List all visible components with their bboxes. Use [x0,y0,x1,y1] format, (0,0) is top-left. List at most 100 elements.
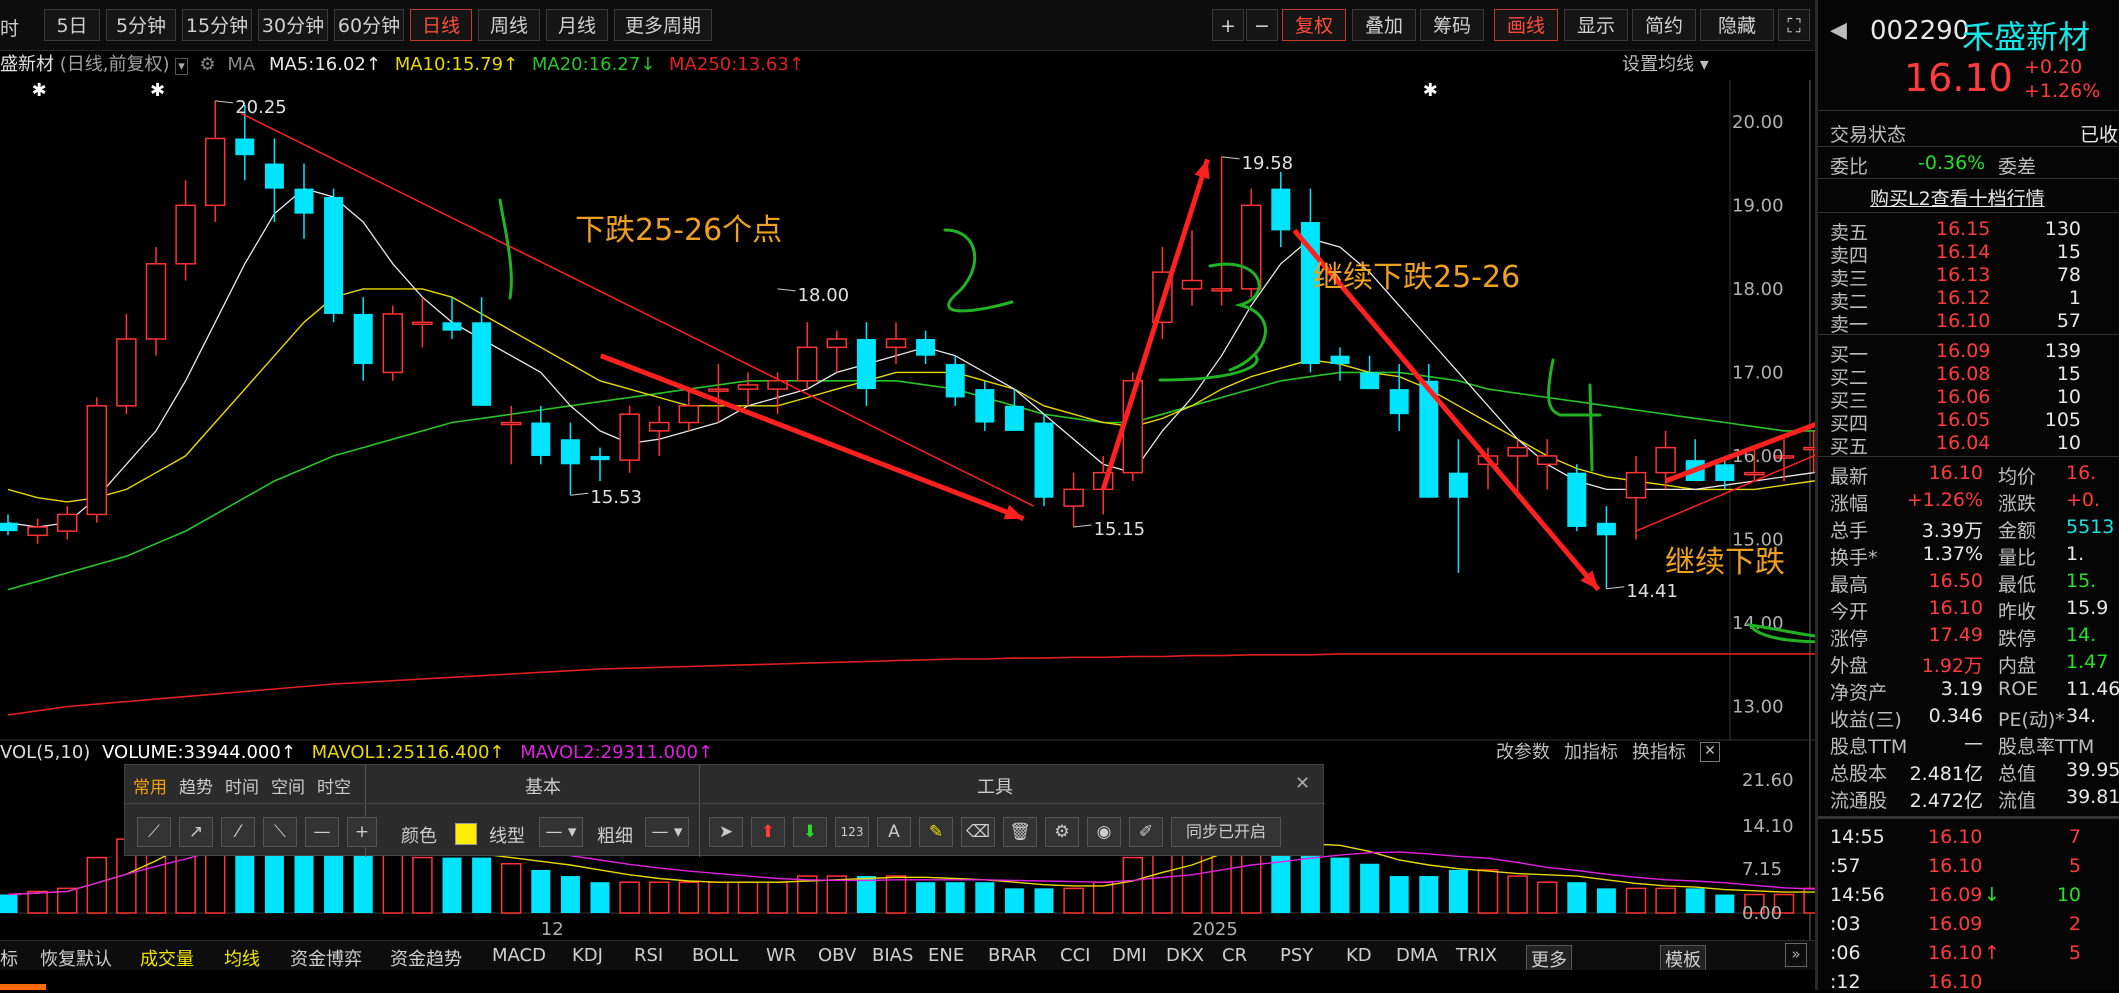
indicator-tab-22[interactable]: TRIX [1456,945,1497,966]
indicator-tab-4[interactable]: 资金博弈 [290,945,362,971]
indicator-tab-18[interactable]: CR [1222,945,1247,966]
down-arrow-icon[interactable]: ⬇ [793,817,827,847]
volume-tick-label: 7.15 [1742,859,1782,880]
period-tab-4[interactable]: 60分钟 [334,9,404,41]
toolbar-button-3[interactable]: 画线 [1494,9,1558,41]
eye-icon[interactable]: ◉ [1087,817,1121,847]
ask-price[interactable]: 16.13 [1936,264,1990,286]
indicator-tab-6[interactable]: MACD [492,945,546,966]
indicator-tab-21[interactable]: DMA [1396,945,1438,966]
indicator-tab-2[interactable]: 成交量 [140,945,194,971]
indicator-tab-16[interactable]: DMI [1112,945,1147,966]
period-tab-5[interactable]: 日线 [410,9,472,41]
period-tab-8[interactable]: 更多周期 [614,9,712,41]
period-tab-0[interactable]: 5日 [44,9,100,41]
tool-tab-0[interactable]: 常用 [133,773,167,798]
sync-button[interactable]: 同步已开启 [1171,817,1281,847]
switch-indicator-button[interactable]: 换指标 [1632,740,1686,766]
number-icon[interactable]: 123 [835,817,869,847]
cursor-icon[interactable]: ➤ [709,817,743,847]
indicator-tab-5[interactable]: 资金趋势 [390,945,462,971]
ray-line-icon[interactable]: ↗ [179,817,213,847]
toolbar-button-4[interactable]: 显示 [1564,9,1628,41]
ask-price[interactable]: 16.15 [1936,218,1990,240]
horizontal-line-icon[interactable]: — [305,817,339,847]
settings-icon[interactable]: ⚙ [1045,817,1079,847]
toolbar-button-1[interactable]: 叠加 [1352,9,1416,41]
scroll-indicator[interactable] [0,984,46,990]
bid-price[interactable]: 16.04 [1936,432,1990,454]
line-type-select[interactable]: — ▾ [539,817,583,847]
toolbar-button-0[interactable]: 复权 [1282,9,1346,41]
indicator-tab-20[interactable]: KD [1346,945,1372,966]
close-icon[interactable]: ✕ [1700,742,1720,762]
bid-price[interactable]: 16.08 [1936,363,1990,385]
indicator-tab-10[interactable]: WR [766,945,796,966]
dropdown-icon[interactable]: ▾ [175,58,188,75]
zoom-out-button[interactable]: − [1246,9,1278,41]
eraser-icon[interactable]: ⌫ [961,817,995,847]
edit-icon[interactable]: ✐ [1129,817,1163,847]
bid-price[interactable]: 16.09 [1936,340,1990,362]
indicator-tab-14[interactable]: BRAR [988,945,1037,966]
indicator-tab-15[interactable]: CCI [1060,945,1090,966]
toolbar-button-2[interactable]: 筹码 [1420,9,1484,41]
thickness-select[interactable]: — ▾ [645,817,689,847]
period-tab-2[interactable]: 15分钟 [182,9,252,41]
expand-icon[interactable]: » [1785,943,1807,967]
tool-tab-4[interactable]: 时空 [317,773,351,798]
bid-price[interactable]: 16.05 [1936,409,1990,431]
ask-price[interactable]: 16.14 [1936,241,1990,263]
stat-label-2: 内盘 [1998,655,2037,677]
ma-settings-button[interactable]: 设置均线 ▾ [1622,50,1709,80]
close-icon[interactable]: ✕ [1295,773,1310,794]
trash-icon[interactable]: 🗑 [1003,817,1037,847]
tool-tab-2[interactable]: 时间 [225,773,259,798]
bid-volume: 105 [2044,409,2081,431]
bid-price[interactable]: 16.06 [1936,386,1990,408]
period-tab-1[interactable]: 5分钟 [106,9,176,41]
tool-tab-3[interactable]: 空间 [271,773,305,798]
line-segment-icon[interactable]: ⟋ [137,817,171,847]
indicator-tab-7[interactable]: KDJ [572,945,603,966]
period-tab-6[interactable]: 周线 [478,9,540,41]
down-line-icon[interactable]: ⟍ [263,817,297,847]
toolbar-button-6[interactable]: 隐藏 [1700,9,1774,41]
up-arrow-icon[interactable]: ⬆ [751,817,785,847]
period-tab-3[interactable]: 30分钟 [258,9,328,41]
plus-icon[interactable]: + [347,817,377,847]
l2-link[interactable]: 购买L2查看十档行情 [1870,184,2045,211]
candle-body [708,388,729,392]
zoom-in-button[interactable]: + [1212,9,1244,41]
indicator-tab-8[interactable]: RSI [634,945,663,966]
candle-body [116,338,137,407]
indicator-tab-23[interactable]: 更多 [1526,945,1572,973]
ask-price[interactable]: 16.12 [1936,287,1990,309]
add-indicator-button[interactable]: 加指标 [1564,740,1618,766]
indicator-tab-17[interactable]: DKX [1166,945,1204,966]
indicator-tab-9[interactable]: BOLL [692,945,738,966]
ask-price[interactable]: 16.10 [1936,310,1990,332]
fullscreen-icon[interactable]: ⛶ [1778,9,1810,41]
indicator-tab-0[interactable]: 标 [0,945,18,971]
text-icon[interactable]: A [877,817,911,847]
straight-line-icon[interactable]: ⁄ [221,817,255,847]
edit-params-button[interactable]: 改参数 [1496,740,1550,766]
indicator-tab-13[interactable]: ENE [928,945,964,966]
period-tab-cut[interactable]: 时 [0,14,19,41]
ruler-icon[interactable]: ✎ [919,817,953,847]
collapse-icon[interactable]: ◀ [1830,18,1847,43]
indicator-tab-12[interactable]: BIAS [872,945,913,966]
color-swatch[interactable] [455,823,477,845]
price-marker-line [1073,524,1092,528]
indicator-tab-1[interactable]: 恢复默认 [40,945,112,971]
indicator-tab-19[interactable]: PSY [1280,945,1313,966]
indicator-tab-24[interactable]: 模板 [1660,945,1706,973]
tool-tab-1[interactable]: 趋势 [179,773,213,798]
period-tab-7[interactable]: 月线 [546,9,608,41]
indicator-tab-3[interactable]: 均线 [224,945,260,971]
gear-icon[interactable]: ⚙ [200,54,216,75]
indicator-tab-11[interactable]: OBV [818,945,856,966]
stat-value-2: 5513 [2066,516,2115,538]
toolbar-button-5[interactable]: 简约 [1632,9,1696,41]
